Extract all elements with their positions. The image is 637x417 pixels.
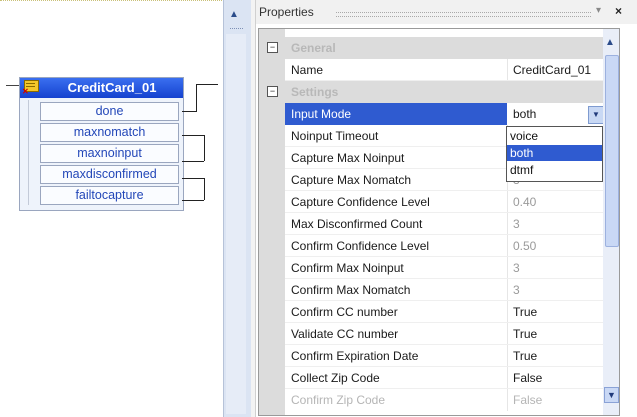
category-settings[interactable]: − Settings xyxy=(259,81,619,103)
property-row[interactable]: Collect Zip Code False xyxy=(259,367,619,389)
property-row[interactable]: Confirm Zip Code False xyxy=(259,389,619,411)
port-failtocapture[interactable]: failtocapture xyxy=(40,186,179,205)
port-maxnoinput[interactable]: maxnoinput xyxy=(40,144,179,163)
scroll-up-icon[interactable]: ▲ xyxy=(229,9,239,20)
port-maxdisconfirmed[interactable]: maxdisconfirmed xyxy=(40,165,179,184)
property-name: Noinput Timeout xyxy=(291,129,379,143)
prompt-node-icon: ✕ xyxy=(22,79,40,96)
property-value[interactable]: 0.40 xyxy=(513,195,536,209)
property-name: Name xyxy=(291,63,324,77)
property-name: Confirm Confidence Level xyxy=(291,239,430,253)
property-name: Confirm Zip Code xyxy=(291,393,386,407)
grid-scrollbar[interactable]: ▲ ▼ xyxy=(603,29,619,415)
scroll-up-icon[interactable]: ▲ xyxy=(605,37,615,48)
category-label: General xyxy=(291,41,336,55)
property-value[interactable]: 3 xyxy=(513,261,520,275)
property-name: Confirm CC number xyxy=(291,305,398,319)
category-general[interactable]: − General xyxy=(259,37,619,59)
property-value[interactable]: False xyxy=(513,371,542,385)
node-divider xyxy=(28,100,29,205)
property-value[interactable]: CreditCard_01 xyxy=(513,63,591,77)
property-name: Confirm Max Noinput xyxy=(291,261,404,275)
property-name: Confirm Expiration Date xyxy=(291,349,419,363)
input-mode-dropdown[interactable]: voice both dtmf xyxy=(506,126,603,182)
close-icon[interactable]: × xyxy=(615,4,622,18)
property-value[interactable]: True xyxy=(513,349,537,363)
property-name: Max Disconfirmed Count xyxy=(291,217,423,231)
property-row[interactable]: Validate CC number True xyxy=(259,323,619,345)
property-row[interactable]: Confirm CC number True xyxy=(259,301,619,323)
category-label: Settings xyxy=(291,85,339,99)
creditcard-node[interactable]: ✕ CreditCard_01 done maxnomatch maxnoinp… xyxy=(6,77,184,211)
property-row-input-mode[interactable]: Input Mode both ▼ xyxy=(259,103,619,125)
properties-title: Properties xyxy=(259,5,314,19)
property-value[interactable]: 3 xyxy=(513,283,520,297)
canvas-scrollbar[interactable]: ▲ xyxy=(223,0,252,417)
property-name: Input Mode xyxy=(291,107,352,121)
property-value[interactable]: False xyxy=(513,393,542,407)
property-name: Capture Max Noinput xyxy=(291,151,405,165)
pin-icon[interactable]: ▾ xyxy=(596,5,601,16)
property-grid: − General Name CreditCard_01 − Settings … xyxy=(258,28,620,416)
property-row[interactable]: Confirm Confidence Level 0.50 xyxy=(259,235,619,257)
property-value[interactable]: 0.50 xyxy=(513,239,536,253)
property-name: Collect Zip Code xyxy=(291,371,380,385)
scroll-track[interactable] xyxy=(226,34,246,414)
port-done[interactable]: done xyxy=(40,102,179,121)
property-row[interactable]: Confirm Max Nomatch 3 xyxy=(259,279,619,301)
property-name: Confirm Max Nomatch xyxy=(291,283,411,297)
property-row[interactable]: Confirm Max Noinput 3 xyxy=(259,257,619,279)
option-both[interactable]: both xyxy=(507,145,602,161)
property-row[interactable]: Capture Confidence Level 0.40 xyxy=(259,191,619,213)
option-voice[interactable]: voice xyxy=(507,128,602,144)
collapse-icon[interactable]: − xyxy=(267,86,278,97)
node-input-pin[interactable] xyxy=(6,85,19,86)
property-value[interactable]: True xyxy=(513,327,537,341)
port-maxnomatch[interactable]: maxnomatch xyxy=(40,123,179,142)
property-value[interactable]: 3 xyxy=(513,217,520,231)
collapse-icon[interactable]: − xyxy=(267,42,278,53)
properties-titlebar: Properties ▾ × xyxy=(256,0,637,24)
splitter-grip xyxy=(230,28,243,29)
top-guide-line xyxy=(0,0,252,1)
option-dtmf[interactable]: dtmf xyxy=(507,162,602,178)
node-header[interactable]: ✕ CreditCard_01 xyxy=(20,78,183,98)
scroll-thumb[interactable] xyxy=(605,55,619,247)
property-value[interactable]: True xyxy=(513,305,537,319)
titlebar-grip xyxy=(336,12,591,17)
properties-window: Properties ▾ × − General Name CreditCard… xyxy=(256,0,637,417)
property-row[interactable]: Confirm Expiration Date True xyxy=(259,345,619,367)
property-value[interactable]: both xyxy=(513,107,536,121)
property-row-name[interactable]: Name CreditCard_01 xyxy=(259,59,619,81)
node-title: CreditCard_01 xyxy=(67,80,157,95)
scroll-down-icon[interactable]: ▼ xyxy=(604,387,619,403)
property-name: Validate CC number xyxy=(291,327,399,341)
property-name: Capture Max Nomatch xyxy=(291,173,412,187)
property-row[interactable]: Max Disconfirmed Count 3 xyxy=(259,213,619,235)
property-name: Capture Confidence Level xyxy=(291,195,430,209)
chevron-down-icon[interactable]: ▼ xyxy=(588,106,604,124)
